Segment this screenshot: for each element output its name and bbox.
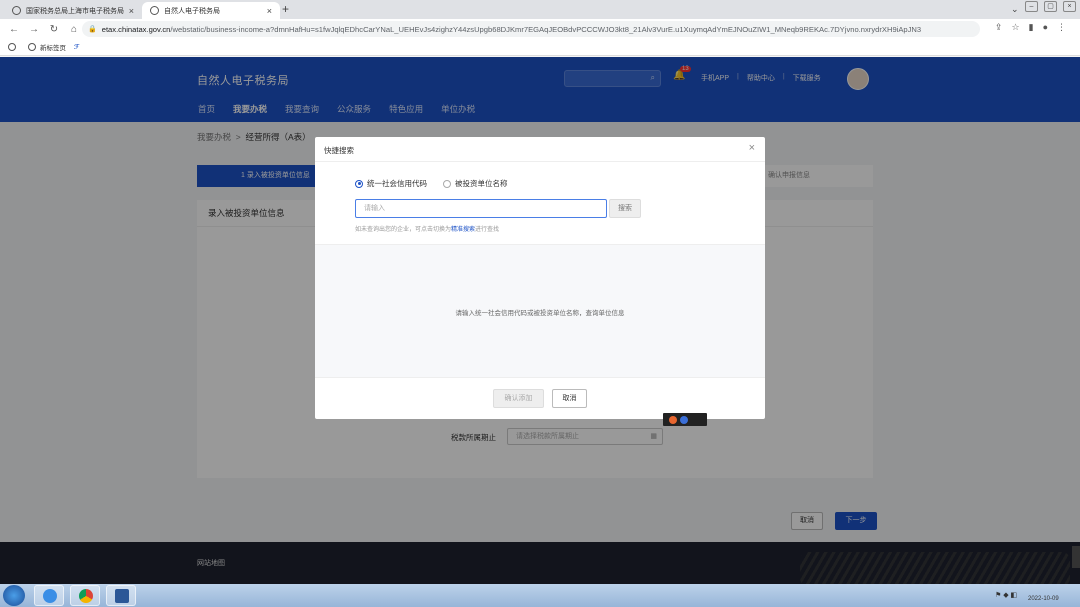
dialog-cancel-button[interactable]: 取消 <box>552 389 587 408</box>
taskbar: ⚑ ◆ ◧ 2022-10-09 <box>0 584 1080 607</box>
tab-title: 自然人电子税务局 <box>164 7 220 15</box>
hint-suffix: 进行查找 <box>475 227 500 233</box>
bookmarks-bar: 新标签页 ℱ <box>0 39 1080 56</box>
confirm-add-button[interactable]: 确认添加 <box>493 389 544 408</box>
ie-icon <box>43 589 57 603</box>
url-field[interactable]: 🔒 etax.chinatax.gov.cn/webstatic/busines… <box>82 21 980 37</box>
tab-title: 国家税务总局上海市电子税务局 <box>26 7 124 15</box>
window-controls: – ▢ × <box>1025 1 1076 12</box>
search-type-radios: 统一社会信用代码 被投资单位名称 <box>355 178 508 189</box>
ime-logo-icon[interactable] <box>669 415 677 424</box>
browser-tab[interactable]: 国家税务总局上海市电子税务局 × <box>4 2 142 19</box>
globe-icon <box>28 43 36 51</box>
close-tab-icon[interactable]: × <box>267 6 272 16</box>
share-icon[interactable]: ⇪ <box>995 22 1003 33</box>
app-icon <box>115 589 129 603</box>
apps-icon[interactable] <box>8 43 20 51</box>
radio-label: 被投资单位名称 <box>455 179 508 188</box>
radio-label: 统一社会信用代码 <box>367 179 427 188</box>
radio-unit-name[interactable]: 被投资单位名称 <box>443 178 508 189</box>
globe-icon <box>12 6 21 15</box>
precise-search-link[interactable]: 精准搜索 <box>451 227 475 233</box>
address-bar: ← → ↻ ⌂ 🔒 etax.chinatax.gov.cn/webstatic… <box>0 19 1080 39</box>
lock-icon: 🔒 <box>88 26 97 33</box>
search-input[interactable]: 请输入 <box>355 199 607 218</box>
empty-message: 请输入统一社会信用代码或被投资单位名称，查询单位信息 <box>455 310 625 317</box>
menu-icon[interactable]: ⋮ <box>1057 22 1066 33</box>
search-hint: 如未查询出您的企业，可点击切换为精准搜索进行查找 <box>355 224 499 233</box>
chevron-down-icon[interactable]: ⌄ <box>1011 4 1019 15</box>
dialog-header: 快捷搜索 × <box>315 137 765 162</box>
sidebar-icon[interactable]: ▮ <box>1029 22 1034 33</box>
close-window-button[interactable]: × <box>1063 1 1076 12</box>
url-path: /webstatic/business-income-a?dmnHafHu=s1… <box>170 24 922 34</box>
search-placeholder: 请输入 <box>364 205 385 212</box>
close-tab-icon[interactable]: × <box>129 6 134 16</box>
clock-date: 2022-10-09 <box>1028 596 1059 602</box>
globe-icon <box>150 6 159 15</box>
star-icon[interactable]: ☆ <box>1012 22 1020 33</box>
maximize-button[interactable]: ▢ <box>1044 1 1057 12</box>
browser-toolbar-icons: ⇪ ☆ ▮ ● ⋮ <box>995 22 1066 33</box>
hint-prefix: 如未查询出您的企业，可点击切换为 <box>355 227 452 233</box>
quick-search-dialog: 快捷搜索 × 统一社会信用代码 被投资单位名称 请输入 搜索 如未查询出您的企业… <box>315 137 765 419</box>
profile-icon[interactable]: ● <box>1043 22 1048 33</box>
start-button[interactable] <box>3 585 25 606</box>
chrome-icon <box>79 589 93 603</box>
tray-icons[interactable]: ⚑ ◆ ◧ <box>995 591 1017 599</box>
home-icon[interactable]: ⌂ <box>68 24 80 35</box>
browser-tab-active[interactable]: 自然人电子税务局 × <box>142 2 280 19</box>
taskbar-ie[interactable] <box>34 585 64 606</box>
reload-icon[interactable]: ↻ <box>48 24 60 35</box>
ime-toolbar[interactable] <box>663 413 707 426</box>
bookmark-logo-icon[interactable]: ℱ <box>74 43 79 51</box>
search-button[interactable]: 搜索 <box>609 199 641 218</box>
minimize-button[interactable]: – <box>1025 1 1038 12</box>
bookmark-label: 新标签页 <box>40 45 66 52</box>
new-tab-button[interactable]: + <box>282 2 289 16</box>
taskbar-chrome[interactable] <box>70 585 100 606</box>
back-icon[interactable]: ← <box>8 24 20 35</box>
bookmark-new-tab[interactable]: 新标签页 <box>28 42 66 52</box>
close-icon[interactable]: × <box>749 142 755 154</box>
taskbar-app[interactable] <box>106 585 136 606</box>
browser-tab-bar: 国家税务总局上海市电子税务局 × 自然人电子税务局 × + ⌄ – ▢ × <box>0 0 1080 19</box>
dialog-title: 快捷搜索 <box>324 146 354 155</box>
radio-credit-code[interactable]: 统一社会信用代码 <box>355 178 427 189</box>
forward-icon[interactable]: → <box>28 24 40 35</box>
result-area: 请输入统一社会信用代码或被投资单位名称，查询单位信息 <box>315 244 765 378</box>
url-domain: etax.chinatax.gov.cn <box>101 24 171 34</box>
help-icon[interactable] <box>680 415 688 424</box>
